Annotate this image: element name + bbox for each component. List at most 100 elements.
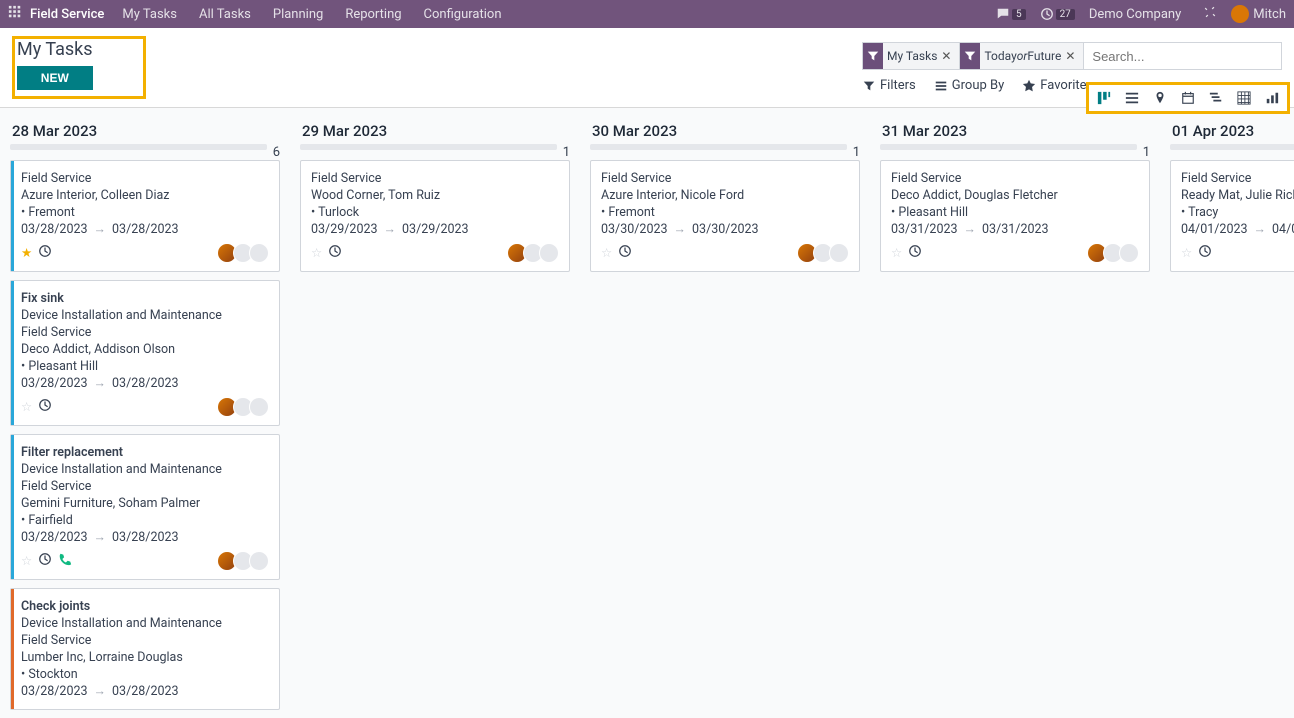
avatar bbox=[249, 243, 269, 263]
card-stripe bbox=[11, 589, 14, 709]
column-count: 6 bbox=[273, 145, 280, 160]
star-icon[interactable]: ☆ bbox=[1181, 245, 1192, 261]
kanban-board: 28 Mar 2023 6 Field ServiceAzure Interio… bbox=[0, 108, 1294, 718]
nav-configuration[interactable]: Configuration bbox=[424, 7, 502, 22]
assignee-avatars[interactable] bbox=[221, 551, 269, 571]
clock-icon[interactable] bbox=[1198, 244, 1212, 262]
card-client: Lumber Inc, Lorraine Douglas bbox=[21, 650, 269, 665]
task-card[interactable]: Check jointsDevice Installation and Main… bbox=[10, 588, 280, 710]
star-icon[interactable]: ★ bbox=[21, 245, 32, 261]
search-facet-my-tasks: My Tasks ✕ bbox=[863, 43, 960, 69]
card-title: Filter replacement bbox=[21, 445, 269, 460]
arrow-icon: → bbox=[964, 222, 977, 237]
card-location: • Fremont bbox=[21, 205, 269, 220]
filter-icon bbox=[960, 43, 980, 69]
star-icon[interactable]: ☆ bbox=[891, 245, 902, 261]
column-date: 28 Mar 2023 bbox=[12, 122, 278, 140]
arrow-icon: → bbox=[94, 530, 107, 545]
favorites-button[interactable]: Favorites bbox=[1022, 78, 1093, 93]
nav-reporting[interactable]: Reporting bbox=[345, 7, 401, 22]
arrow-icon: → bbox=[674, 222, 687, 237]
list-view-icon[interactable] bbox=[1123, 89, 1141, 107]
control-panel: My Tasks NEW My Tasks ✕ Today or Future bbox=[0, 28, 1294, 108]
column-progress-bar bbox=[590, 144, 847, 150]
pivot-view-icon[interactable] bbox=[1235, 89, 1253, 107]
card-project: Field Service bbox=[21, 633, 269, 648]
arrow-icon: → bbox=[384, 222, 397, 237]
card-stripe bbox=[11, 435, 14, 579]
task-card[interactable]: Field ServiceReady Mat, Julie Rich• Trac… bbox=[1170, 160, 1294, 272]
card-stripe bbox=[11, 161, 14, 271]
card-dates: 03/28/2023→03/28/2023 bbox=[21, 684, 269, 699]
filter-icon bbox=[863, 43, 883, 69]
new-button[interactable]: NEW bbox=[17, 66, 93, 90]
kanban-view-icon[interactable] bbox=[1095, 89, 1113, 107]
assignee-avatars[interactable] bbox=[221, 397, 269, 417]
calendar-view-icon[interactable] bbox=[1179, 89, 1197, 107]
clock-icon[interactable] bbox=[38, 398, 52, 416]
assignee-avatars[interactable] bbox=[221, 243, 269, 263]
graph-view-icon[interactable] bbox=[1263, 89, 1281, 107]
card-client: Deco Addict, Douglas Fletcher bbox=[891, 188, 1139, 203]
clock-icon[interactable] bbox=[908, 244, 922, 262]
arrow-icon: → bbox=[94, 684, 107, 699]
facet-label-post: Future bbox=[1027, 49, 1061, 63]
nav-all-tasks[interactable]: All Tasks bbox=[199, 7, 251, 22]
chat-icon[interactable]: 5 bbox=[996, 7, 1026, 21]
company-switcher[interactable]: Demo Company bbox=[1089, 7, 1181, 22]
star-icon[interactable]: ☆ bbox=[601, 245, 612, 261]
clock-icon[interactable] bbox=[328, 244, 342, 262]
card-client: Azure Interior, Colleen Diaz bbox=[21, 188, 269, 203]
search-input[interactable] bbox=[1084, 49, 1281, 64]
user-avatar[interactable] bbox=[1231, 5, 1249, 23]
assignee-avatars[interactable] bbox=[511, 243, 559, 263]
facet-label-it: or bbox=[1017, 49, 1028, 63]
card-dates: 03/28/2023→03/28/2023 bbox=[21, 376, 269, 391]
card-dates: 03/29/2023→03/29/2023 bbox=[311, 222, 559, 237]
star-icon[interactable]: ☆ bbox=[21, 399, 32, 415]
card-dates: 03/31/2023→03/31/2023 bbox=[891, 222, 1139, 237]
card-stripe bbox=[11, 281, 14, 425]
star-icon[interactable]: ☆ bbox=[311, 245, 322, 261]
arrow-icon: → bbox=[1254, 222, 1267, 237]
card-project: Field Service bbox=[1181, 171, 1294, 186]
activity-icon[interactable]: 27 bbox=[1040, 7, 1075, 21]
clock-icon[interactable] bbox=[618, 244, 632, 262]
task-card[interactable]: Field ServiceWood Corner, Tom Ruiz• Turl… bbox=[300, 160, 570, 272]
task-card[interactable]: Filter replacementDevice Installation an… bbox=[10, 434, 280, 580]
apps-icon[interactable] bbox=[8, 5, 22, 23]
avatar bbox=[249, 551, 269, 571]
card-title: Check joints bbox=[21, 599, 269, 614]
phone-icon[interactable] bbox=[58, 552, 72, 570]
task-card[interactable]: Fix sinkDevice Installation and Maintena… bbox=[10, 280, 280, 426]
nav-planning[interactable]: Planning bbox=[273, 7, 323, 22]
card-dates: 04/01/2023→04/01 bbox=[1181, 222, 1294, 237]
card-location: • Fremont bbox=[601, 205, 849, 220]
assignee-avatars[interactable] bbox=[801, 243, 849, 263]
card-title: Fix sink bbox=[21, 291, 269, 306]
column-date: 31 Mar 2023 bbox=[882, 122, 1148, 140]
app-brand[interactable]: Field Service bbox=[30, 7, 104, 22]
task-card[interactable]: Field ServiceAzure Interior, Colleen Dia… bbox=[10, 160, 280, 272]
nav-my-tasks[interactable]: My Tasks bbox=[122, 7, 177, 22]
task-card[interactable]: Field ServiceDeco Addict, Douglas Fletch… bbox=[880, 160, 1150, 272]
filters-button[interactable]: Filters bbox=[862, 78, 916, 93]
avatar bbox=[539, 243, 559, 263]
clock-icon[interactable] bbox=[38, 552, 52, 570]
assignee-avatars[interactable] bbox=[1091, 243, 1139, 263]
clock-icon[interactable] bbox=[38, 244, 52, 262]
avatar bbox=[1119, 243, 1139, 263]
column-progress-bar bbox=[300, 144, 557, 150]
task-card[interactable]: Field ServiceAzure Interior, Nicole Ford… bbox=[590, 160, 860, 272]
facet-remove[interactable]: ✕ bbox=[937, 49, 955, 63]
star-icon[interactable]: ☆ bbox=[21, 553, 32, 569]
facet-remove[interactable]: ✕ bbox=[1061, 49, 1079, 63]
map-view-icon[interactable] bbox=[1151, 89, 1169, 107]
settings-icon[interactable] bbox=[1203, 5, 1217, 23]
gantt-view-icon[interactable] bbox=[1207, 89, 1225, 107]
column-progress-bar bbox=[880, 144, 1137, 150]
column-date: 01 Apr 2023 bbox=[1172, 122, 1294, 140]
user-name[interactable]: Mitch bbox=[1253, 7, 1286, 22]
column-count: 1 bbox=[853, 145, 860, 160]
groupby-button[interactable]: Group By bbox=[934, 78, 1005, 93]
